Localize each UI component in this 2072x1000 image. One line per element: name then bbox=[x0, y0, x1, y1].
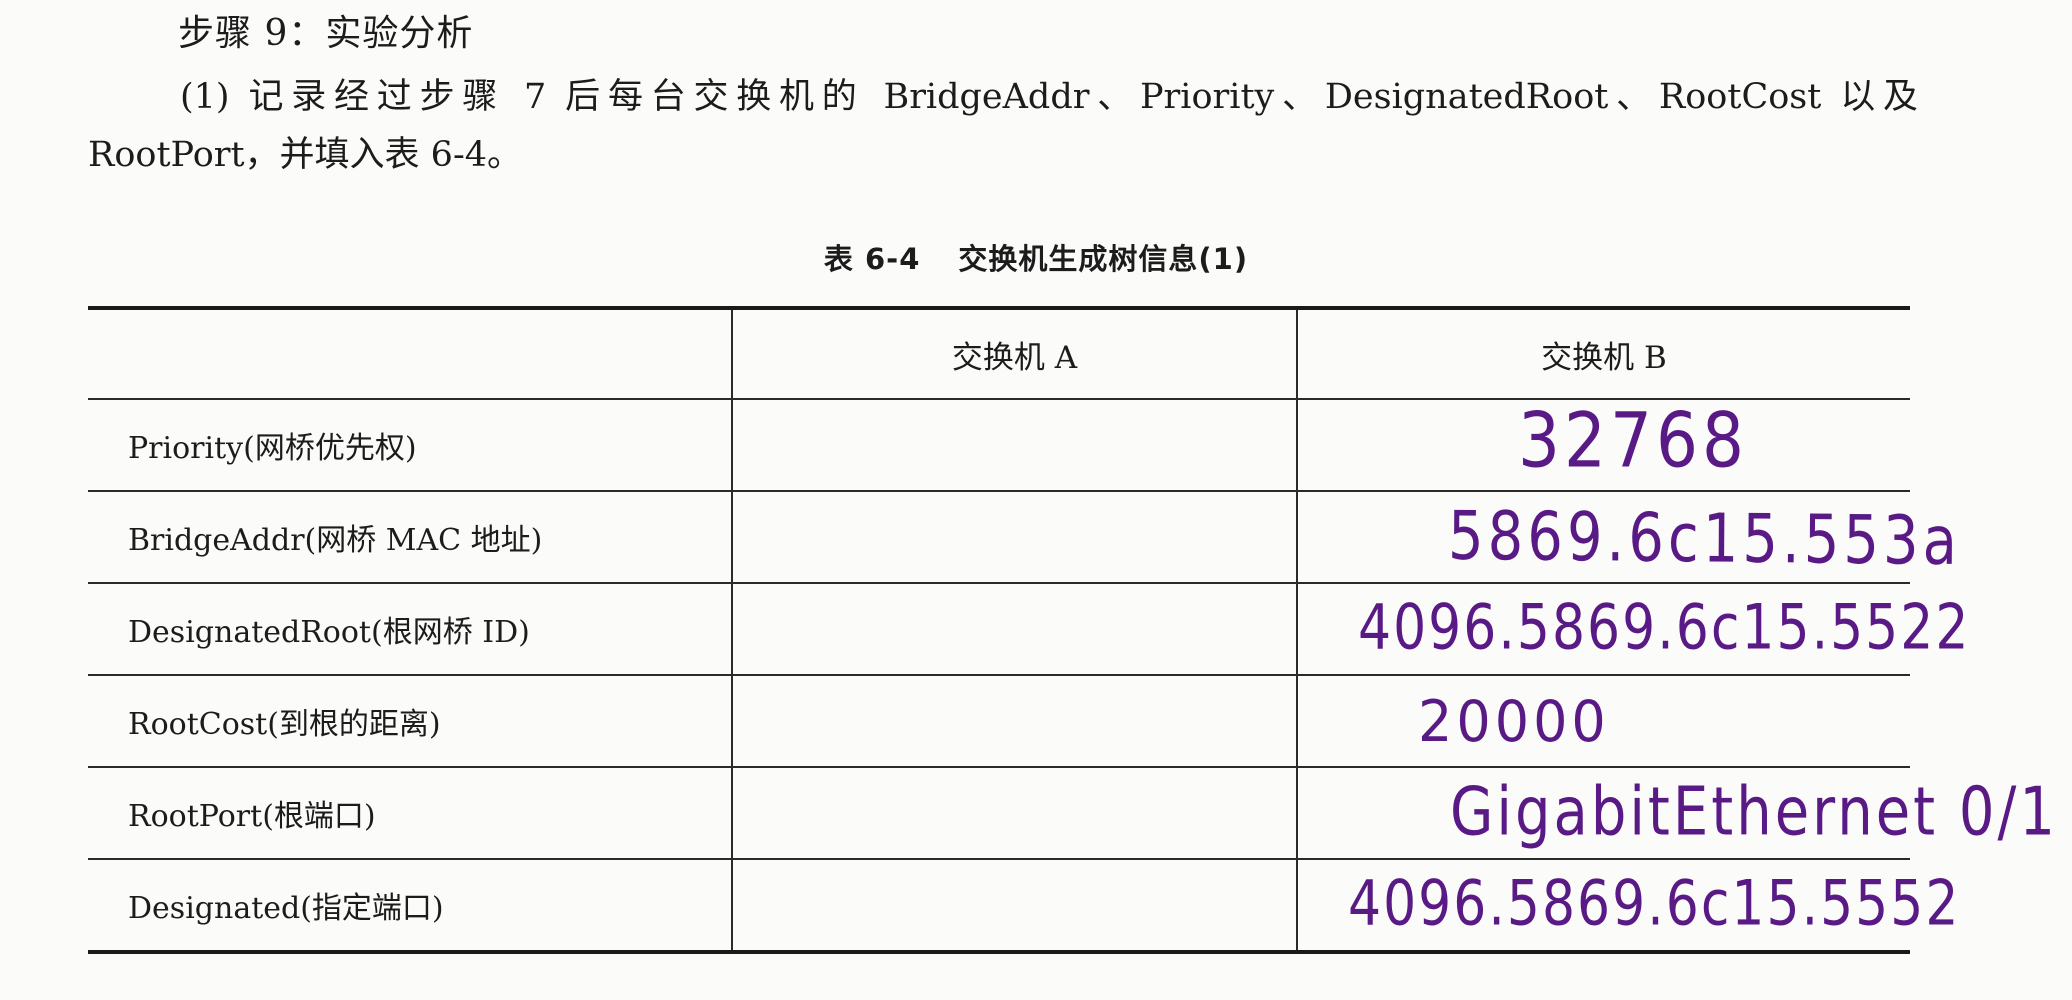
step-title: 步骤 9：实验分析 bbox=[178, 13, 474, 54]
table-caption-title: 交换机生成树信息(1) bbox=[958, 242, 1249, 276]
table-row: RootCost(到根的距离) 20000 bbox=[88, 676, 1910, 768]
cell-switch-b-priority: 32768 bbox=[1296, 396, 1910, 490]
header-cell-switch-a: 交换机 A bbox=[731, 310, 1296, 398]
instruction-paragraph: (1) 记录经过步骤 7 后每台交换机的 BridgeAddr、Priority… bbox=[88, 77, 1918, 175]
spanning-tree-table: 交换机 A 交换机 B Priority(网桥优先权) 32768 Bridge… bbox=[88, 306, 2055, 954]
cell-switch-b-designatedroot: 4096.5869.6c15.5522 bbox=[1296, 584, 1968, 674]
scanned-page: 步骤 9：实验分析 (1) 记录经过步骤 7 后每台交换机的 BridgeAdd… bbox=[0, 0, 2072, 1000]
handwritten-value: 5869.6c15.553a bbox=[1447, 497, 1962, 581]
handwritten-value: 4096.5869.6c15.5552 bbox=[1348, 868, 1961, 940]
cell-switch-b-bridgeaddr: 5869.6c15.553a bbox=[1296, 492, 1961, 582]
cell-switch-b-rootport: GigabitEthernet 0/1 bbox=[1296, 768, 2055, 858]
cell-switch-b-designated: 4096.5869.6c15.5552 bbox=[1296, 860, 1958, 950]
handwritten-value: 4096.5869.6c15.5522 bbox=[1358, 592, 1971, 664]
cell-switch-a-rootcost bbox=[731, 676, 1296, 766]
row-label-priority: Priority(网桥优先权) bbox=[128, 431, 417, 466]
cell-switch-a-priority bbox=[731, 400, 1296, 490]
table-row: Designated(指定端口) 4096.5869.6c15.5552 bbox=[88, 860, 1958, 954]
header-cell-switch-b: 交换机 B bbox=[1296, 310, 1910, 398]
table-caption-number: 表 6-4 bbox=[823, 242, 921, 276]
cell-switch-a-rootport bbox=[731, 768, 1296, 858]
row-label-bridgeaddr: BridgeAddr(网桥 MAC 地址) bbox=[128, 523, 543, 558]
cell-switch-a-designatedroot bbox=[731, 584, 1296, 674]
cell-switch-a-bridgeaddr bbox=[731, 492, 1296, 582]
table-header-row: 交换机 A 交换机 B bbox=[88, 306, 1910, 400]
row-label-rootport: RootPort(根端口) bbox=[128, 799, 376, 834]
table-row: BridgeAddr(网桥 MAC 地址) 5869.6c15.553a bbox=[88, 492, 1961, 584]
row-label-designated: Designated(指定端口) bbox=[128, 891, 444, 926]
handwritten-value: 32768 bbox=[1518, 396, 1748, 485]
cell-switch-b-rootcost: 20000 bbox=[1296, 676, 1910, 766]
header-cell-empty bbox=[88, 310, 731, 398]
handwritten-value: 20000 bbox=[1418, 688, 1610, 755]
cell-switch-a-designated bbox=[731, 860, 1296, 950]
row-label-rootcost: RootCost(到根的距离) bbox=[128, 707, 441, 742]
table-row: DesignatedRoot(根网桥 ID) 4096.5869.6c15.55… bbox=[88, 584, 1968, 676]
table-row: RootPort(根端口) GigabitEthernet 0/1 bbox=[88, 768, 2055, 860]
table-row: Priority(网桥优先权) 32768 bbox=[88, 396, 1910, 492]
row-label-designatedroot: DesignatedRoot(根网桥 ID) bbox=[128, 615, 530, 650]
table-caption: 表 6-4 交换机生成树信息(1) bbox=[0, 236, 2072, 278]
handwritten-value: GigabitEthernet 0/1 bbox=[1450, 773, 2059, 852]
